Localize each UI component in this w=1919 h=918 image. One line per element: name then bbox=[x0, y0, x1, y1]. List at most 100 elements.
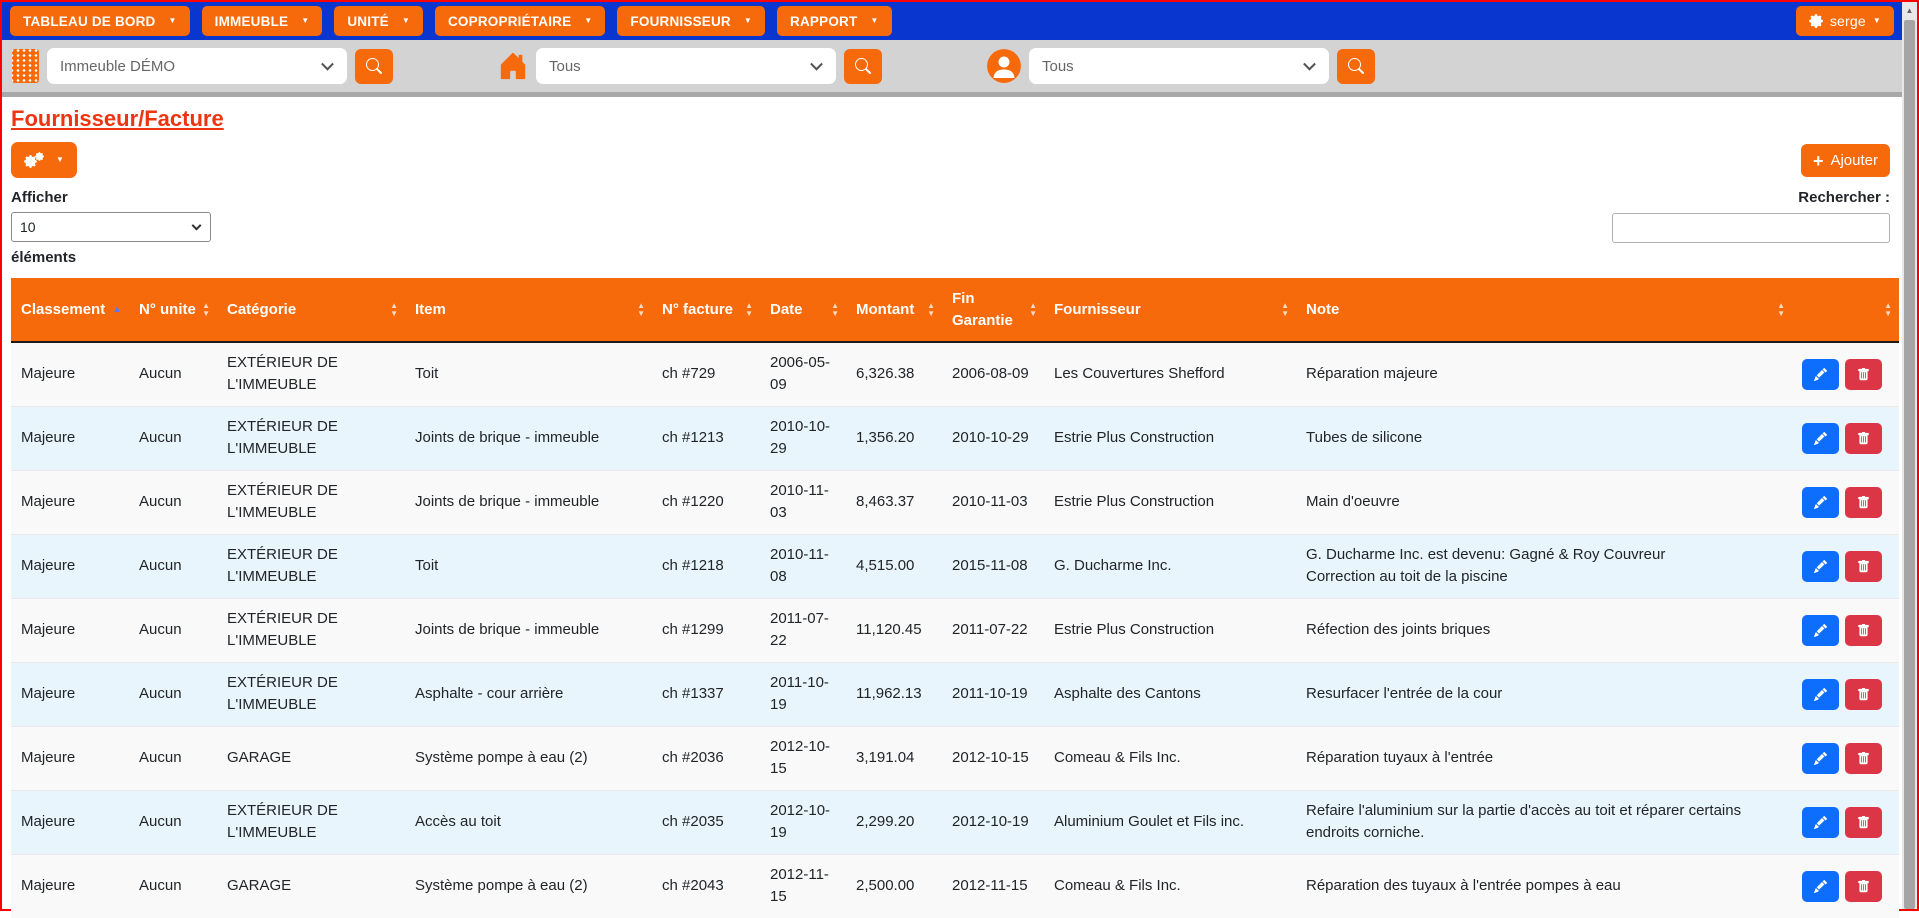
sort-icon bbox=[637, 302, 645, 318]
cell-fin_garantie: 2006-08-09 bbox=[942, 342, 1044, 406]
cell-fin_garantie: 2012-11-15 bbox=[942, 854, 1044, 918]
delete-row-button[interactable] bbox=[1845, 871, 1882, 902]
column-label: N° facture bbox=[662, 301, 733, 318]
column-header-date[interactable]: Date bbox=[760, 278, 846, 342]
building-icon bbox=[12, 49, 39, 83]
sort-icon bbox=[927, 302, 935, 318]
column-header-item[interactable]: Item bbox=[405, 278, 652, 342]
cell-montant: 8,463.37 bbox=[846, 470, 942, 534]
edit-row-button[interactable] bbox=[1802, 551, 1839, 582]
person-icon bbox=[987, 49, 1021, 83]
cell-note: Refaire l'aluminium sur la partie d'accè… bbox=[1296, 790, 1792, 854]
cell-fournisseur: Les Couvertures Shefford bbox=[1044, 342, 1296, 406]
invoices-table: ClassementN° uniteCatégorie Item N° factur… bbox=[11, 278, 1899, 918]
building-select[interactable]: Immeuble DÉMO bbox=[47, 48, 347, 84]
delete-row-button[interactable] bbox=[1845, 423, 1882, 454]
cell-n_facture: ch #2035 bbox=[652, 790, 760, 854]
delete-row-button[interactable] bbox=[1845, 487, 1882, 518]
table-row: MajeureAucunEXTÉRIEUR DE L'IMMEUBLEToitc… bbox=[11, 342, 1899, 406]
cell-classement: Majeure bbox=[11, 598, 129, 662]
cell-classement: Majeure bbox=[11, 534, 129, 598]
edit-row-button[interactable] bbox=[1802, 807, 1839, 838]
pencil-icon bbox=[1814, 368, 1827, 381]
column-header-n_unite[interactable]: N° unite bbox=[129, 278, 217, 342]
delete-row-button[interactable] bbox=[1845, 359, 1882, 390]
nav-unite[interactable]: UNITÉ ▼ bbox=[334, 6, 423, 36]
table-row: MajeureAucunEXTÉRIEUR DE L'IMMEUBLEToitc… bbox=[11, 534, 1899, 598]
cell-n_unite: Aucun bbox=[129, 342, 217, 406]
cell-n_unite: Aucun bbox=[129, 790, 217, 854]
column-header-n_facture[interactable]: N° facture bbox=[652, 278, 760, 342]
cell-classement: Majeure bbox=[11, 342, 129, 406]
owner-select[interactable]: Tous bbox=[1029, 48, 1329, 84]
chevron-down-icon: ▼ bbox=[584, 17, 592, 25]
edit-row-button[interactable] bbox=[1802, 743, 1839, 774]
user-menu-button[interactable]: serge ▼ bbox=[1796, 6, 1894, 36]
cell-categorie: GARAGE bbox=[217, 854, 405, 918]
add-button[interactable]: + Ajouter bbox=[1801, 144, 1890, 177]
cell-actions bbox=[1792, 470, 1899, 534]
table-search-input[interactable] bbox=[1612, 213, 1890, 243]
nav-tableau-de-bord[interactable]: TABLEAU DE BORD ▼ bbox=[10, 6, 190, 36]
table-actions-dropdown-button[interactable]: ▼ bbox=[11, 142, 77, 178]
nav-immeuble[interactable]: IMMEUBLE ▼ bbox=[202, 6, 323, 36]
nav-coproprietaire[interactable]: COPROPRIÉTAIRE ▼ bbox=[435, 6, 605, 36]
unit-select[interactable]: Tous bbox=[536, 48, 836, 84]
column-header-montant[interactable]: Montant bbox=[846, 278, 942, 342]
page-title[interactable]: Fournisseur/Facture bbox=[11, 106, 224, 132]
nav-fournisseur[interactable]: FOURNISSEUR ▼ bbox=[617, 6, 765, 36]
cell-note: Resurfacer l'entrée de la cour bbox=[1296, 662, 1792, 726]
nav-rapport[interactable]: RAPPORT ▼ bbox=[777, 6, 892, 36]
cell-date: 2012-10-19 bbox=[760, 790, 846, 854]
delete-row-button[interactable] bbox=[1845, 551, 1882, 582]
sort-icon bbox=[112, 305, 122, 315]
edit-row-button[interactable] bbox=[1802, 615, 1839, 646]
unit-filter-group: Tous bbox=[498, 48, 882, 84]
owner-search-button[interactable] bbox=[1337, 49, 1375, 84]
column-label: Item bbox=[415, 301, 446, 318]
sort-icon bbox=[1029, 302, 1037, 318]
building-search-button[interactable] bbox=[355, 49, 393, 84]
column-header-fin_garantie[interactable]: Fin Garantie bbox=[942, 278, 1044, 342]
table-row: MajeureAucunEXTÉRIEUR DE L'IMMEUBLEAccès… bbox=[11, 790, 1899, 854]
nav-label: COPROPRIÉTAIRE bbox=[448, 14, 571, 29]
cell-categorie: EXTÉRIEUR DE L'IMMEUBLE bbox=[217, 534, 405, 598]
home-icon bbox=[498, 51, 528, 81]
table-body: MajeureAucunEXTÉRIEUR DE L'IMMEUBLEToitc… bbox=[11, 342, 1899, 918]
unit-search-button[interactable] bbox=[844, 49, 882, 84]
column-header-note[interactable]: Note bbox=[1296, 278, 1792, 342]
cell-n_facture: ch #1337 bbox=[652, 662, 760, 726]
column-header-categorie[interactable]: Catégorie bbox=[217, 278, 405, 342]
column-header-classement[interactable]: Classement bbox=[11, 278, 129, 342]
cogs-icon bbox=[24, 152, 44, 168]
cell-n_facture: ch #1213 bbox=[652, 406, 760, 470]
edit-row-button[interactable] bbox=[1802, 679, 1839, 710]
column-label: Fournisseur bbox=[1054, 301, 1141, 318]
filter-toolbar: Immeuble DÉMO Tous bbox=[2, 40, 1902, 97]
column-header-actions[interactable] bbox=[1792, 278, 1899, 342]
building-select-wrap: Immeuble DÉMO bbox=[47, 48, 347, 84]
column-header-fournisseur[interactable]: Fournisseur bbox=[1044, 278, 1296, 342]
edit-row-button[interactable] bbox=[1802, 871, 1839, 902]
cell-classement: Majeure bbox=[11, 662, 129, 726]
cell-classement: Majeure bbox=[11, 790, 129, 854]
cell-date: 2010-11-03 bbox=[760, 470, 846, 534]
edit-row-button[interactable] bbox=[1802, 423, 1839, 454]
owner-select-wrap: Tous bbox=[1029, 48, 1329, 84]
scroll-up-arrow-icon[interactable]: ▲ bbox=[1902, 2, 1917, 19]
chevron-down-icon: ▼ bbox=[870, 17, 878, 25]
edit-row-button[interactable] bbox=[1802, 487, 1839, 518]
table-row: MajeureAucunEXTÉRIEUR DE L'IMMEUBLEJoint… bbox=[11, 598, 1899, 662]
cell-montant: 1,356.20 bbox=[846, 406, 942, 470]
page-length-select[interactable]: 10 bbox=[12, 213, 210, 241]
table-row: MajeureAucunEXTÉRIEUR DE L'IMMEUBLEJoint… bbox=[11, 470, 1899, 534]
chevron-down-icon: ▼ bbox=[744, 17, 752, 25]
pencil-icon bbox=[1814, 688, 1827, 701]
vertical-scrollbar[interactable]: ▲ bbox=[1902, 2, 1917, 909]
scrollbar-thumb[interactable] bbox=[1904, 20, 1915, 909]
delete-row-button[interactable] bbox=[1845, 807, 1882, 838]
edit-row-button[interactable] bbox=[1802, 359, 1839, 390]
delete-row-button[interactable] bbox=[1845, 743, 1882, 774]
delete-row-button[interactable] bbox=[1845, 679, 1882, 710]
delete-row-button[interactable] bbox=[1845, 615, 1882, 646]
